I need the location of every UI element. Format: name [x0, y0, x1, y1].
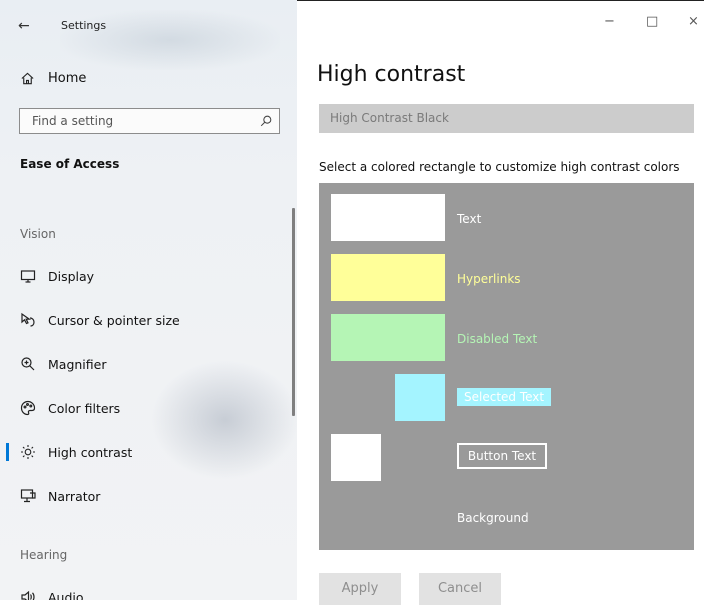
narrator-icon: [20, 489, 36, 503]
group-label-vision: Vision: [20, 227, 56, 241]
sidebar-item-label: Audio: [48, 589, 84, 601]
hyperlinks-color-label: Hyperlinks: [457, 272, 521, 286]
cancel-button[interactable]: Cancel: [419, 573, 501, 605]
search-input[interactable]: [30, 113, 254, 129]
button-text-color-label: Button Text: [457, 443, 547, 469]
sidebar-item-cursor[interactable]: Cursor & pointer size: [0, 305, 290, 335]
sidebar: ← Settings Home Ease of Access Vision Di…: [0, 0, 297, 600]
selected-text-color-label: Selected Text: [457, 388, 552, 406]
color-filters-icon: [20, 400, 36, 416]
sidebar-item-display[interactable]: Display: [0, 261, 290, 291]
sidebar-item-label: Narrator: [48, 488, 101, 504]
window-top-border: [297, 0, 704, 1]
title-bar: ← Settings: [0, 0, 297, 52]
sun-icon: [21, 445, 35, 459]
search-box[interactable]: [19, 108, 280, 134]
sidebar-item-high-contrast[interactable]: High contrast: [0, 437, 290, 467]
button-text-color-swatch[interactable]: [331, 434, 381, 481]
sidebar-item-label: High contrast: [48, 444, 133, 460]
sidebar-item-label: Color filters: [48, 400, 121, 416]
text-color-swatch[interactable]: [331, 194, 445, 241]
sidebar-item-narrator[interactable]: Narrator: [0, 481, 290, 511]
speaker-icon: [21, 590, 35, 600]
theme-dropdown[interactable]: High Contrast Black: [319, 104, 694, 133]
disabled-text-color-swatch[interactable]: [331, 314, 445, 361]
cursor-icon: [21, 312, 35, 327]
sidebar-item-audio[interactable]: Audio: [0, 582, 290, 600]
maximize-button[interactable]: □: [646, 14, 658, 29]
sidebar-item-home[interactable]: Home: [20, 68, 86, 88]
disabled-text-color-label: Disabled Text: [457, 332, 538, 346]
search-icon[interactable]: [259, 114, 273, 128]
sidebar-item-label: Display: [48, 268, 95, 284]
home-icon: [21, 72, 34, 84]
sidebar-item-magnifier[interactable]: Magnifier: [0, 349, 290, 379]
back-button[interactable]: ←: [18, 18, 30, 34]
instruction-text: Select a colored rectangle to customize …: [319, 160, 680, 174]
background-color-label[interactable]: Background: [457, 511, 529, 525]
section-title: Ease of Access: [20, 157, 120, 171]
active-indicator: [6, 443, 9, 461]
close-button[interactable]: ×: [688, 14, 699, 29]
display-icon: [20, 270, 36, 283]
text-color-label: Text: [457, 212, 482, 226]
selected-text-color-swatch[interactable]: [395, 374, 445, 421]
sidebar-item-label: Cursor & pointer size: [48, 312, 180, 328]
magnifier-icon: [21, 357, 35, 371]
hyperlinks-color-swatch[interactable]: [331, 254, 445, 301]
group-label-hearing: Hearing: [20, 548, 68, 562]
sidebar-item-color-filters[interactable]: Color filters: [0, 393, 290, 423]
page-title: High contrast: [317, 62, 466, 87]
home-label: Home: [48, 70, 87, 86]
apply-button[interactable]: Apply: [319, 573, 401, 605]
sidebar-item-label: Magnifier: [48, 356, 107, 372]
app-title: Settings: [61, 19, 107, 32]
minimize-button[interactable]: −: [604, 14, 615, 29]
sidebar-scrollbar[interactable]: [292, 208, 295, 416]
